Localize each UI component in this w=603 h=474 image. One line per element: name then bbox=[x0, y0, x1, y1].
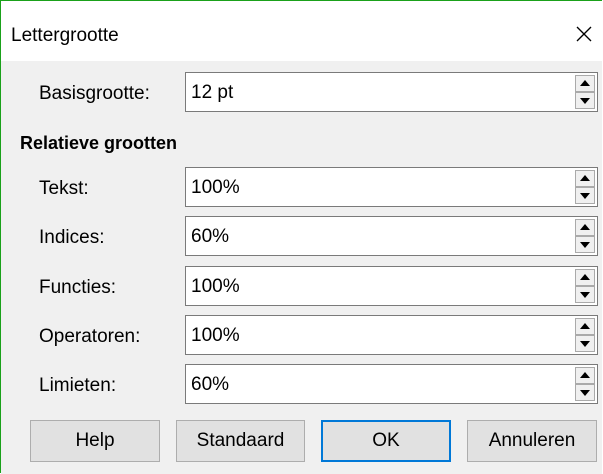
functions-size-spinbox[interactable]: 100% bbox=[185, 266, 598, 306]
cancel-button[interactable]: Annuleren bbox=[467, 420, 597, 462]
ok-button[interactable]: OK bbox=[321, 420, 451, 462]
base-size-increment-button[interactable] bbox=[575, 75, 595, 92]
operators-size-label: Operatoren: bbox=[39, 326, 141, 347]
text-size-value[interactable]: 100% bbox=[191, 177, 240, 199]
arrow-down-icon bbox=[580, 193, 590, 199]
arrow-up-icon bbox=[580, 274, 590, 280]
operators-size-increment-button[interactable] bbox=[575, 318, 595, 335]
functions-size-increment-button[interactable] bbox=[575, 269, 595, 286]
limits-size-value[interactable]: 60% bbox=[191, 374, 229, 396]
title-bar: Lettergrootte bbox=[1, 1, 602, 61]
close-button[interactable] bbox=[569, 19, 599, 49]
functions-size-decrement-button[interactable] bbox=[575, 286, 595, 303]
arrow-up-icon bbox=[580, 323, 590, 329]
text-size-label: Tekst: bbox=[39, 178, 89, 199]
base-size-spinbox[interactable]: 12 pt bbox=[185, 72, 598, 112]
limits-size-spinbox[interactable]: 60% bbox=[185, 364, 598, 404]
functions-size-label: Functies: bbox=[39, 277, 117, 298]
text-size-spinbox[interactable]: 100% bbox=[185, 167, 598, 207]
indices-size-label: Indices: bbox=[39, 227, 105, 248]
indices-size-spinbox[interactable]: 60% bbox=[185, 216, 598, 256]
base-size-label: Basisgrootte: bbox=[39, 83, 150, 104]
arrow-down-icon bbox=[580, 341, 590, 347]
text-size-increment-button[interactable] bbox=[575, 170, 595, 187]
relative-sizes-heading: Relatieve grootten bbox=[20, 133, 178, 153]
arrow-up-icon bbox=[580, 372, 590, 378]
indices-size-increment-button[interactable] bbox=[575, 219, 595, 236]
font-size-dialog: Lettergrootte Basisgrootte: 12 pt Relati… bbox=[0, 0, 602, 474]
arrow-down-icon bbox=[580, 98, 590, 104]
help-button[interactable]: Help bbox=[30, 420, 160, 462]
functions-size-value[interactable]: 100% bbox=[191, 276, 240, 298]
base-size-decrement-button[interactable] bbox=[575, 92, 595, 109]
arrow-down-icon bbox=[580, 390, 590, 396]
dialog-body: Basisgrootte: 12 pt Relatieve grootten T… bbox=[1, 61, 602, 474]
base-size-value[interactable]: 12 pt bbox=[191, 82, 233, 104]
operators-size-spinbox[interactable]: 100% bbox=[185, 315, 598, 355]
indices-size-decrement-button[interactable] bbox=[575, 236, 595, 253]
arrow-up-icon bbox=[580, 175, 590, 181]
arrow-down-icon bbox=[580, 292, 590, 298]
limits-size-label: Limieten: bbox=[39, 375, 117, 396]
close-icon bbox=[576, 26, 592, 42]
indices-size-value[interactable]: 60% bbox=[191, 226, 229, 248]
operators-size-decrement-button[interactable] bbox=[575, 335, 595, 352]
default-button[interactable]: Standaard bbox=[176, 420, 305, 462]
operators-size-value[interactable]: 100% bbox=[191, 325, 240, 347]
arrow-down-icon bbox=[580, 242, 590, 248]
arrow-up-icon bbox=[580, 224, 590, 230]
arrow-up-icon bbox=[580, 80, 590, 86]
text-size-decrement-button[interactable] bbox=[575, 187, 595, 204]
limits-size-increment-button[interactable] bbox=[575, 367, 595, 384]
dialog-title: Lettergrootte bbox=[11, 25, 119, 46]
limits-size-decrement-button[interactable] bbox=[575, 384, 595, 401]
